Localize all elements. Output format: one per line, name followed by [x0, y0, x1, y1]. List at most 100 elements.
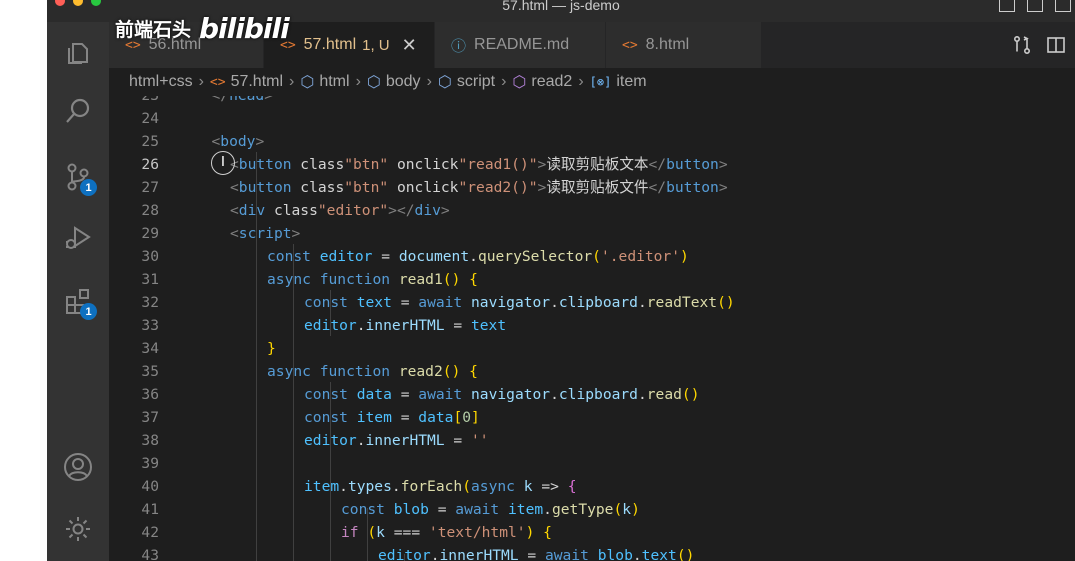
breadcrumb-item-html[interactable]: html: [319, 73, 349, 91]
breadcrumb-item-file[interactable]: 57.html: [231, 73, 283, 91]
code-line[interactable]: 24: [109, 107, 1075, 130]
chevron-right-icon: ›: [426, 73, 432, 90]
code-line[interactable]: 41 const blob = await item.getType(k): [109, 498, 1075, 521]
code-line[interactable]: 27 <button class"btn" onclick"read2()">读取…: [109, 176, 1075, 199]
settings-gear-icon[interactable]: [61, 512, 95, 546]
toggle-panel-icon[interactable]: [1027, 0, 1043, 12]
toggle-sidebar-icon[interactable]: [999, 0, 1015, 12]
search-icon[interactable]: [61, 94, 95, 128]
code-line[interactable]: 37 const item = data[0]: [109, 406, 1075, 429]
bilibili-logo: bilibili: [199, 12, 290, 45]
line-number: 25: [141, 133, 159, 150]
activity-bar: 1 1: [47, 22, 109, 561]
chevron-right-icon: ›: [198, 73, 204, 90]
tab-label: README.md: [474, 36, 570, 53]
code-text: editor.innerHTML = await blob.text(): [378, 547, 695, 561]
tab-status: 1, U: [362, 36, 390, 54]
open-changes-icon[interactable]: [1012, 35, 1032, 60]
line-number: 24: [141, 110, 159, 127]
explorer-icon[interactable]: [61, 36, 95, 70]
code-line[interactable]: 33 editor.innerHTML = text: [109, 314, 1075, 337]
code-editor[interactable]: 23 </head> 24 25 <body> 26 <button class"btn" …: [109, 96, 1075, 561]
source-control-badge: 1: [80, 179, 97, 196]
chevron-right-icon: ›: [501, 73, 507, 90]
code-text: }: [267, 340, 276, 357]
code-line[interactable]: 36 const data = await navigator.clipboard…: [109, 383, 1075, 406]
line-number: 35: [141, 363, 159, 380]
chevron-right-icon: ›: [289, 73, 295, 90]
tab-label: 8.html: [645, 36, 690, 53]
code-line[interactable]: 39: [109, 452, 1075, 475]
code-line[interactable]: 28 <div class"editor"></div>: [109, 199, 1075, 222]
code-line[interactable]: 23 </head>: [109, 96, 1075, 107]
code-text: async function read2() {: [267, 363, 478, 380]
breadcrumb-item-item[interactable]: item: [616, 73, 646, 91]
extensions-icon[interactable]: 1: [61, 284, 97, 320]
code-line[interactable]: 35 async function read2() {: [109, 360, 1075, 383]
tab-label: 57.html: [303, 36, 357, 53]
split-editor-icon[interactable]: [1046, 35, 1066, 60]
breadcrumb-item-script[interactable]: script: [457, 73, 495, 91]
code-text: const blob = await item.getType(k): [341, 501, 640, 518]
code-line[interactable]: 43 editor.innerHTML = await blob.text(): [109, 544, 1075, 561]
line-number: 36: [141, 386, 159, 403]
vscode-window: 57.html — js-demo 1 1 <> 56.html <> 57.h…: [47, 0, 1075, 561]
account-icon[interactable]: [61, 450, 95, 484]
tab-57-html[interactable]: <> 57.html 1, U ✕: [264, 22, 434, 68]
line-number: 23: [109, 96, 159, 107]
line-number: 29: [141, 225, 159, 242]
code-text: if (k === 'text/html') {: [341, 524, 552, 541]
code-line[interactable]: 34}: [109, 337, 1075, 360]
text-cursor-icon: I: [211, 151, 235, 175]
html-file-icon: <>: [622, 37, 638, 53]
code-text: const item = data[0]: [304, 409, 480, 426]
code-line[interactable]: 31 async function read1() {: [109, 268, 1075, 291]
line-number: 34: [141, 340, 159, 357]
line-number: 39: [141, 455, 159, 472]
code-text: editor.innerHTML = text: [304, 317, 507, 334]
code-text: const editor = document.querySelector('.…: [267, 248, 689, 265]
code-text: </head>: [212, 96, 274, 107]
watermark: 前端石头 bilibili: [115, 12, 290, 45]
line-number: 41: [141, 501, 159, 518]
line-number: 26: [141, 156, 159, 173]
line-number: 33: [141, 317, 159, 334]
breadcrumb-item-read2[interactable]: read2: [531, 73, 572, 91]
breadcrumb-item-body[interactable]: body: [386, 73, 421, 91]
code-text: <body>: [211, 133, 265, 150]
close-tab-icon[interactable]: ✕: [402, 35, 417, 56]
tab-8-html[interactable]: <> 8.html: [606, 22, 761, 68]
code-line[interactable]: 38 editor.innerHTML = '': [109, 429, 1075, 452]
line-number: 42: [141, 524, 159, 541]
chevron-right-icon: ›: [355, 73, 361, 90]
code-text: const data = await navigator.clipboard.r…: [304, 386, 700, 403]
element-cube-icon: ⬡: [300, 74, 315, 91]
toggle-secondary-sidebar-icon[interactable]: [1055, 0, 1071, 12]
code-line[interactable]: 30 const editor = document.querySelector(…: [109, 245, 1075, 268]
run-debug-icon[interactable]: [61, 220, 95, 254]
code-line[interactable]: 26 <button class"btn" onclick"read1()">读取…: [109, 153, 1075, 176]
code-line[interactable]: 25 <body>: [109, 130, 1075, 153]
code-text: <script>: [230, 225, 301, 242]
code-text: <div class"editor"></div>: [230, 202, 450, 219]
method-cube-icon: ⬡: [512, 74, 527, 91]
variable-icon: [⊗]: [589, 75, 612, 89]
line-number: 38: [141, 432, 159, 449]
code-text: async function read1() {: [267, 271, 478, 288]
chevron-right-icon: ›: [578, 73, 584, 90]
code-text: <button class"btn" onclick"read2()">读取剪贴…: [230, 179, 728, 196]
breadcrumb-item-folder[interactable]: html+css: [129, 73, 193, 91]
breadcrumb: html+css › <> 57.html › ⬡ html › ⬡ body …: [109, 68, 1075, 96]
code-line[interactable]: 29 <script>: [109, 222, 1075, 245]
code-text: item.types.forEach(async k => {: [304, 478, 577, 495]
source-control-icon[interactable]: 1: [61, 160, 97, 196]
code-text: const text = await navigator.clipboard.r…: [304, 294, 735, 311]
code-line[interactable]: 42 if (k === 'text/html') {: [109, 521, 1075, 544]
info-icon: ⓘ: [451, 36, 467, 55]
code-text: editor.innerHTML = '': [304, 432, 489, 449]
code-line[interactable]: 32 const text = await navigator.clipboard…: [109, 291, 1075, 314]
html-file-icon: <>: [209, 74, 226, 90]
code-line[interactable]: 40 item.types.forEach(async k => {: [109, 475, 1075, 498]
tab-readme-md[interactable]: ⓘ README.md: [435, 22, 605, 68]
element-cube-icon: ⬡: [366, 74, 381, 91]
